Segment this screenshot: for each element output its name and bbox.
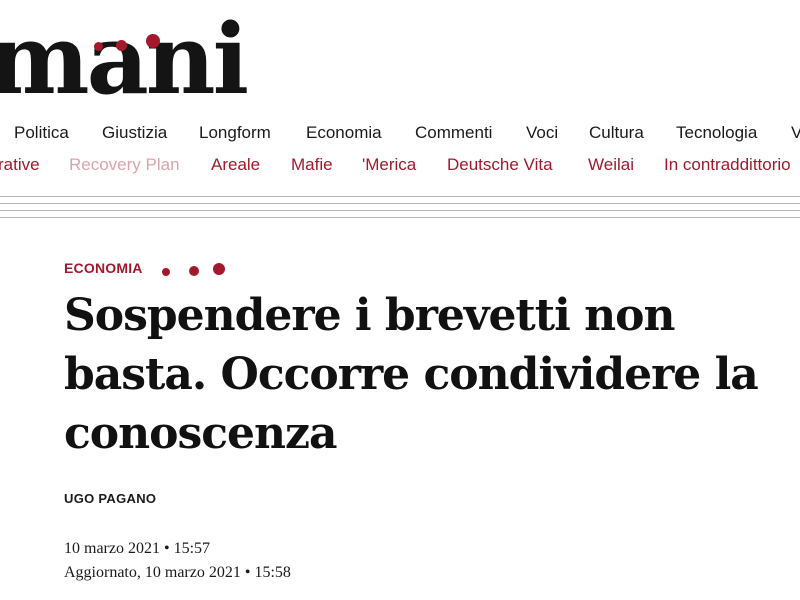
header-divider-3 [0, 210, 800, 211]
nav-item-deutsche-vita[interactable]: Deutsche Vita [447, 153, 553, 177]
header-divider-1 [0, 196, 800, 197]
nav-item-areale[interactable]: Areale [211, 153, 260, 177]
nav-item-economia[interactable]: Economia [306, 121, 382, 145]
section-dot-1 [162, 268, 170, 276]
article-author[interactable]: UGO PAGANO [64, 490, 156, 508]
logo-dot-3 [146, 34, 160, 48]
nav-item-voci[interactable]: Voci [526, 121, 558, 145]
section-dot-3 [213, 263, 225, 275]
section-dots [158, 258, 238, 278]
nav-item-tecnologia[interactable]: Tecnologia [676, 121, 757, 145]
nav-item-commenti[interactable]: Commenti [415, 121, 492, 145]
section-link-economia[interactable]: ECONOMIA [64, 258, 143, 278]
header-divider-4 [0, 217, 800, 218]
logo-wordmark: mani [0, 3, 249, 116]
nav-item-recovery-plan[interactable]: Recovery Plan [69, 153, 180, 177]
nav-item-politica[interactable]: Politica [14, 121, 69, 145]
nav-item-mafie[interactable]: Mafie [291, 153, 333, 177]
nav-item-cultura[interactable]: Cultura [589, 121, 644, 145]
nav-item-weilai[interactable]: Weilai [588, 153, 634, 177]
logo-dot-2 [116, 40, 127, 51]
logo-dot-1 [94, 42, 103, 51]
section-dot-2 [189, 266, 199, 276]
header-divider-2 [0, 203, 800, 204]
nav-item-longform[interactable]: Longform [199, 121, 271, 145]
nav-item-merica[interactable]: 'Merica [362, 153, 416, 177]
primary-nav: Politica Giustizia Longform Economia Com… [0, 121, 800, 145]
updated-date: Aggiornato, 10 marzo 2021 • 15:58 [64, 564, 291, 581]
publish-date: 10 marzo 2021 • 15:57 [64, 540, 211, 557]
nav-item-narrative[interactable]: rative [0, 153, 40, 177]
article-title: Sospendere i brevetti non basta. Occorre… [64, 290, 759, 459]
nav-item-giustizia[interactable]: Giustizia [102, 121, 167, 145]
nav-item-truncated[interactable]: V [791, 121, 800, 145]
site-logo[interactable]: mani [0, 4, 249, 116]
secondary-nav: rative Recovery Plan Areale Mafie 'Meric… [0, 153, 800, 177]
nav-item-in-contraddittorio[interactable]: In contraddittorio [664, 153, 791, 177]
